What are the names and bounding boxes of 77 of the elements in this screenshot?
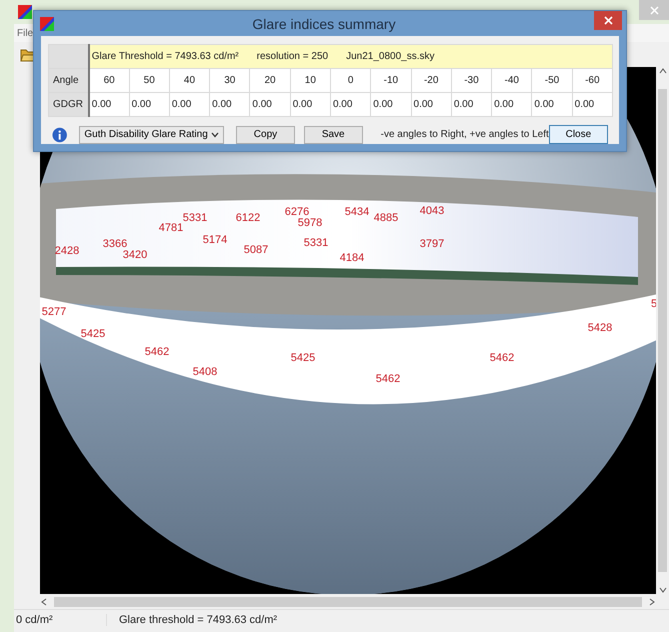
luminance-label: 4885: [374, 212, 398, 224]
luminance-label: 5428: [588, 322, 612, 334]
table-cell: 0.00: [129, 92, 170, 116]
luminance-label: 4043: [420, 205, 444, 217]
table-cell: -20: [411, 68, 452, 92]
table-cell: 0.00: [572, 92, 612, 116]
scrollbar-thumb[interactable]: [54, 596, 642, 606]
luminance-label: 2428: [54, 245, 80, 257]
luminance-label: 5978: [298, 217, 322, 229]
luminance-label: 6122: [236, 212, 260, 224]
luminance-label: 5331: [304, 237, 328, 249]
info-text: Jun21_0800_ss.sky: [346, 51, 434, 62]
table-cell: 60: [88, 68, 130, 92]
luminance-label: 5425: [290, 352, 316, 364]
luminance-label: 5462: [490, 352, 514, 364]
table-cell: 20: [250, 68, 290, 92]
luminance-label: 4781: [158, 222, 184, 234]
table-cell: 0.00: [532, 92, 572, 116]
table-cell: 0.00: [370, 92, 412, 116]
table-cell: 0.00: [411, 92, 452, 116]
info-text: resolution = 250: [256, 51, 328, 62]
luminance-label: 4184: [340, 252, 364, 264]
scroll-down-icon[interactable]: [658, 586, 666, 594]
table-cell: 0.00: [210, 92, 250, 116]
table-cell: 0.00: [88, 92, 130, 116]
status-text: Glare threshold = 7493.63 cd/m²: [118, 614, 278, 626]
scrollbar-thumb[interactable]: [658, 89, 667, 572]
action-button[interactable]: Save: [304, 126, 363, 144]
table-cell: -10: [370, 68, 412, 92]
luminance-label: 5462: [144, 346, 170, 358]
row-header: Angle: [48, 68, 89, 92]
scroll-right-icon[interactable]: [648, 598, 656, 606]
scroll-left-icon[interactable]: [40, 598, 48, 606]
luminance-label: 5087: [244, 244, 268, 256]
table-cell: -50: [532, 68, 572, 92]
scroll-up-icon[interactable]: [658, 67, 666, 75]
table-cell: -40: [492, 68, 532, 92]
luminance-label: 5462: [376, 373, 400, 385]
luminance-label: 5425: [80, 328, 106, 340]
close-icon: [650, 6, 658, 14]
row-header: GDGR: [48, 92, 89, 116]
caret-icon: [211, 132, 220, 138]
close-icon: [604, 16, 612, 25]
table-cell: 30: [210, 68, 250, 92]
luminance-label: 5277: [42, 306, 66, 318]
table-cell: -60: [572, 68, 612, 92]
luminance-label: 6276: [284, 206, 310, 218]
status-text: 0 cd/m²: [14, 614, 107, 626]
table-cell: 0.00: [290, 92, 330, 116]
action-button[interactable]: Copy: [236, 126, 295, 144]
table-cell: 0.00: [250, 92, 290, 116]
table-cell: 0.00: [169, 92, 210, 116]
close-button[interactable]: [594, 11, 622, 30]
table-cell: 50: [129, 68, 170, 92]
table-cell: -30: [451, 68, 492, 92]
angle-note: -ve angles to Right, +ve angles to Left: [380, 129, 549, 140]
close-dialog-button[interactable]: Close: [548, 125, 608, 144]
table-cell: 0: [330, 68, 371, 92]
app-icon: [18, 5, 32, 19]
table-cell: 0.00: [492, 92, 532, 116]
menu-item[interactable]: File: [16, 28, 34, 38]
app-icon: [40, 16, 54, 30]
luminance-label: 5174: [202, 234, 228, 246]
table-cell: 0.00: [451, 92, 492, 116]
luminance-label: 5331: [182, 212, 208, 224]
info-icon: [52, 126, 68, 142]
table-cell: 0.00: [330, 92, 371, 116]
info-text: Glare Threshold = 7493.63 cd/m²: [92, 51, 239, 62]
table-cell: 10: [290, 68, 330, 92]
luminance-label: 3797: [420, 238, 444, 250]
table-cell: 40: [169, 68, 210, 92]
luminance-label: 3420: [122, 249, 148, 261]
luminance-label: 3366: [102, 238, 128, 250]
luminance-label: 5434: [344, 206, 370, 218]
dialog-title: Glare indices summary: [251, 16, 397, 32]
metric-dropdown[interactable]: Guth Disability Glare Rating: [79, 126, 224, 144]
luminance-label: 5408: [192, 366, 218, 378]
